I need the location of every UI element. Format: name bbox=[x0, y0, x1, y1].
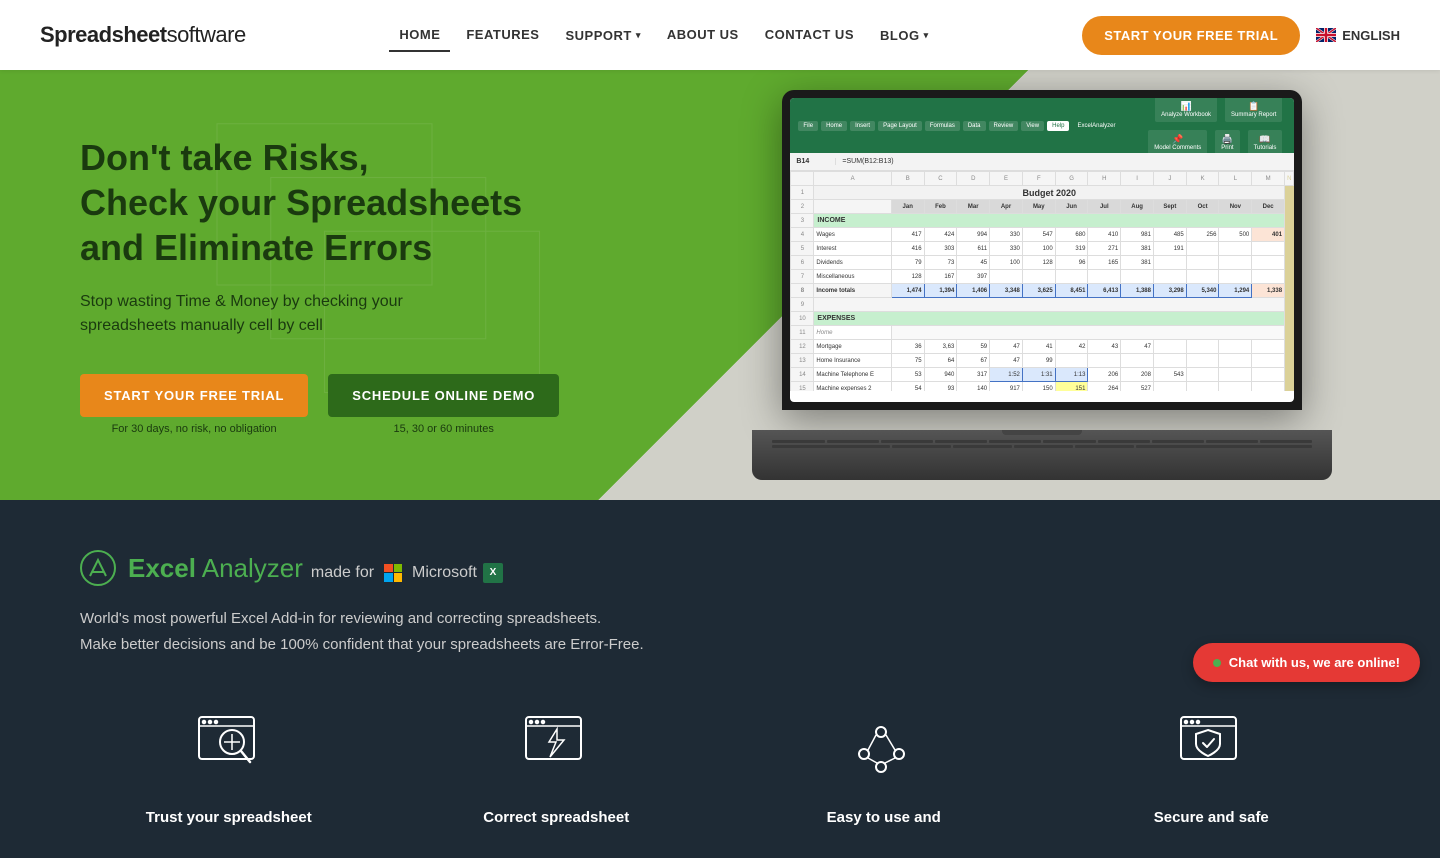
excel-analyzer-header: Excel Analyzer made for Microsoft X bbox=[80, 550, 1360, 586]
trial-btn-group: START YOUR FREE TRIAL For 30 days, no ri… bbox=[80, 374, 308, 435]
demo-btn-group: SCHEDULE ONLINE DEMO 15, 30 or 60 minute… bbox=[328, 374, 559, 435]
magnifier-icon bbox=[194, 712, 264, 782]
brand-logo[interactable]: Spreadsheetsoftware bbox=[40, 22, 246, 48]
hero-buttons: START YOUR FREE TRIAL For 30 days, no ri… bbox=[80, 374, 550, 435]
language-selector[interactable]: ENGLISH bbox=[1316, 28, 1400, 43]
ribbon-tab-page[interactable]: Page Layout bbox=[878, 121, 922, 131]
hero-trial-subtext: For 30 days, no risk, no obligation bbox=[112, 423, 277, 435]
hero-demo-subtext: 15, 30 or 60 minutes bbox=[394, 423, 494, 435]
ribbon-tab-formulas[interactable]: Formulas bbox=[925, 121, 960, 131]
hero-laptop-image: File Home Insert Page Layout Formulas Da… bbox=[625, 70, 1440, 500]
brand-name-part1: Spreadsheet bbox=[40, 22, 167, 47]
spreadsheet-ribbon: File Home Insert Page Layout Formulas Da… bbox=[790, 98, 1294, 153]
easy-icon-wrap bbox=[844, 707, 924, 787]
ribbon-tab-review[interactable]: Review bbox=[989, 121, 1019, 131]
secure-feature-label: Secure and safe bbox=[1154, 807, 1269, 828]
easy-feature-label: Easy to use and bbox=[827, 807, 941, 828]
lang-label: ENGLISH bbox=[1342, 28, 1400, 43]
formula-content: =SUM(B12:B13) bbox=[842, 158, 893, 165]
budget-table: A B C D E F G H I J bbox=[790, 171, 1294, 391]
trust-icon-wrap bbox=[189, 707, 269, 787]
feature-easy: Easy to use and bbox=[735, 707, 1033, 828]
nav-links: HOME FEATURES SUPPORT▾ ABOUT US CONTACT … bbox=[389, 20, 938, 51]
ea-title-text: Excel Analyzer bbox=[128, 553, 303, 584]
correct-icon-wrap bbox=[516, 707, 596, 787]
ribbon-tab-addins[interactable]: Help bbox=[1047, 121, 1069, 131]
support-dropdown-arrow: ▾ bbox=[636, 30, 641, 41]
feature-secure: Secure and safe bbox=[1063, 707, 1361, 828]
ea-logo-svg bbox=[80, 550, 116, 586]
ribbon-tab-data[interactable]: Data bbox=[963, 121, 986, 131]
microsoft-logo-icon bbox=[384, 564, 402, 582]
cell-reference: B14 bbox=[796, 158, 836, 165]
excel-analyzer-icon bbox=[80, 550, 116, 586]
blog-dropdown-arrow: ▾ bbox=[924, 30, 929, 41]
laptop-screen-inner: File Home Insert Page Layout Formulas Da… bbox=[790, 98, 1294, 402]
navbar: Spreadsheetsoftware HOME FEATURES SUPPOR… bbox=[0, 0, 1440, 70]
trust-feature-label: Trust your spreadsheet bbox=[146, 807, 312, 828]
nav-home[interactable]: HOME bbox=[389, 19, 450, 52]
secure-icon-wrap bbox=[1171, 707, 1251, 787]
nav-about[interactable]: ABOUT US bbox=[657, 19, 749, 50]
spreadsheet-grid: A B C D E F G H I J bbox=[790, 171, 1294, 391]
hero-demo-button[interactable]: SCHEDULE ONLINE DEMO bbox=[328, 374, 559, 417]
shield-icon bbox=[1176, 712, 1246, 782]
chat-online-dot bbox=[1213, 659, 1221, 667]
features-grid: Trust your spreadsheet Correct spreadshe… bbox=[80, 707, 1360, 828]
hero-content: Don't take Risks, Check your Spreadsheet… bbox=[0, 75, 550, 495]
chat-button-label: Chat with us, we are online! bbox=[1229, 655, 1400, 670]
spreadsheet-visual: File Home Insert Page Layout Formulas Da… bbox=[790, 98, 1294, 402]
uk-flag-icon bbox=[1316, 28, 1336, 42]
nav-support[interactable]: SUPPORT▾ bbox=[555, 20, 650, 51]
feature-correct: Correct spreadsheet bbox=[408, 707, 706, 828]
hero-section: Don't take Risks, Check your Spreadsheet… bbox=[0, 70, 1440, 500]
feature-trust: Trust your spreadsheet bbox=[80, 707, 378, 828]
laptop-keyboard bbox=[752, 430, 1332, 480]
navbar-right: START YOUR FREE TRIAL ENGLISH bbox=[1082, 16, 1400, 55]
brand-name-part2: software bbox=[167, 22, 246, 47]
hero-subtitle: Stop wasting Time & Money by checking yo… bbox=[80, 290, 550, 338]
laptop-container: File Home Insert Page Layout Formulas Da… bbox=[752, 90, 1332, 480]
hero-title: Don't take Risks, Check your Spreadsheet… bbox=[80, 135, 550, 270]
ribbon-tab-view[interactable]: View bbox=[1021, 121, 1044, 131]
nav-trial-button[interactable]: START YOUR FREE TRIAL bbox=[1082, 16, 1300, 55]
nav-blog[interactable]: BLOG▾ bbox=[870, 20, 939, 51]
dark-section-description: World's most powerful Excel Add-in for r… bbox=[80, 606, 780, 657]
ea-title-row: Excel Analyzer made for Microsoft X bbox=[128, 553, 503, 584]
ribbon-tab-home[interactable]: Home bbox=[821, 121, 847, 131]
nav-contact[interactable]: CONTACT US bbox=[755, 19, 864, 50]
ribbon-tab-file[interactable]: File bbox=[798, 121, 818, 131]
ea-made-for: made for Microsoft X bbox=[311, 563, 503, 583]
correct-feature-label: Correct spreadsheet bbox=[483, 807, 629, 828]
hero-trial-button[interactable]: START YOUR FREE TRIAL bbox=[80, 374, 308, 417]
nav-features[interactable]: FEATURES bbox=[456, 19, 549, 50]
chat-button[interactable]: Chat with us, we are online! bbox=[1193, 643, 1420, 682]
laptop-screen: File Home Insert Page Layout Formulas Da… bbox=[782, 90, 1302, 410]
excel-icon: X bbox=[483, 563, 503, 583]
ribbon-tab-insert[interactable]: Insert bbox=[850, 121, 875, 131]
ribbon-tab-ea[interactable]: ExcelAnalyzer bbox=[1072, 121, 1120, 131]
nodes-icon bbox=[849, 712, 919, 782]
lightning-icon bbox=[521, 712, 591, 782]
